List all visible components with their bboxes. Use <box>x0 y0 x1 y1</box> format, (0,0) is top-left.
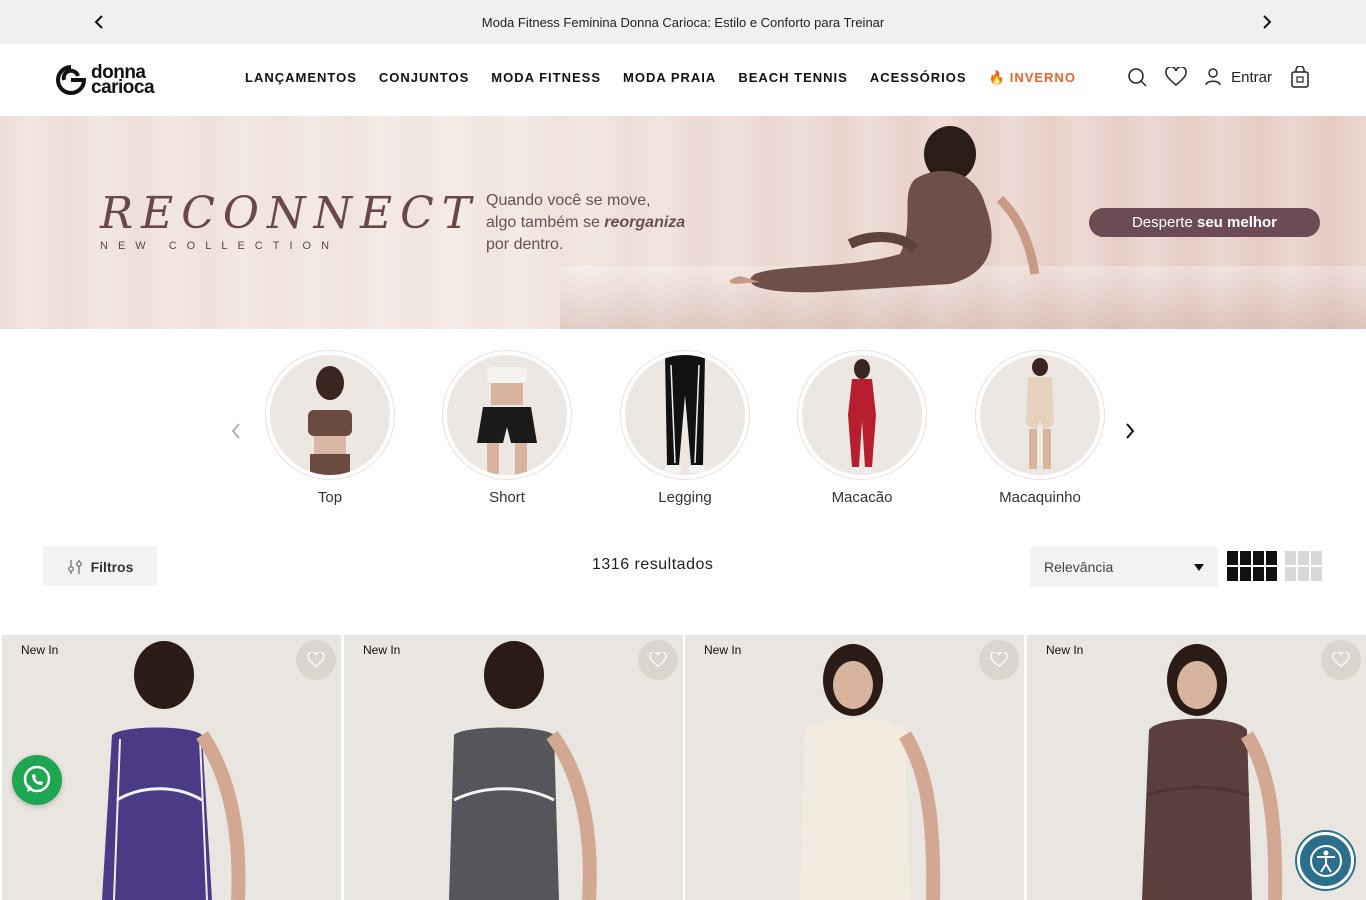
announcement-prev-button[interactable] <box>89 12 109 32</box>
category-item-legging[interactable]: Legging <box>615 350 755 506</box>
fire-icon: 🔥 <box>988 70 1006 85</box>
tagline-line-2: algo também se reorganiza <box>486 212 685 234</box>
heart-icon <box>649 652 667 668</box>
banner-cta-emphasis: seu melhor <box>1197 214 1278 231</box>
heart-icon <box>1332 652 1350 668</box>
whatsapp-icon <box>23 765 51 793</box>
category-image <box>620 350 750 480</box>
category-next-button[interactable] <box>1120 420 1140 442</box>
tagline-line-3: por dentro. <box>486 236 564 253</box>
banner-headline: RECONNECT <box>100 188 480 239</box>
nav-item-moda-fitness[interactable]: MODA FITNESS <box>491 70 601 86</box>
nav-item-beach-tennis[interactable]: BEACH TENNIS <box>738 70 848 86</box>
category-label: Macaquinho <box>999 489 1081 506</box>
brand-line-2: carioca <box>91 77 155 98</box>
grid-3-columns-toggle[interactable] <box>1285 551 1322 581</box>
announcement-next-button[interactable] <box>1257 12 1277 32</box>
chevron-right-icon <box>1126 423 1135 439</box>
product-image <box>800 644 941 900</box>
filters-label: Filtros <box>90 558 134 575</box>
nav-item-conjuntos[interactable]: CONJUNTOS <box>379 70 469 86</box>
search-icon[interactable] <box>1127 67 1147 87</box>
category-item-short[interactable]: Short <box>437 350 577 506</box>
filter-sliders-icon <box>67 559 82 574</box>
product-tag: New In <box>21 643 59 657</box>
wishlist-button[interactable] <box>296 640 336 680</box>
category-label: Legging <box>658 489 712 506</box>
banner-tagline: Quando você se move, algo também se reor… <box>486 190 685 256</box>
banner-cta-prefix: Desperte <box>1131 214 1193 231</box>
chevron-left-icon <box>231 423 240 439</box>
category-image <box>442 350 572 480</box>
category-image <box>265 350 395 480</box>
whatsapp-button[interactable] <box>12 755 62 805</box>
nav-item-inverno-label: INVERNO <box>1009 70 1076 85</box>
nav-item-acessorios[interactable]: ACESSÓRIOS <box>870 70 967 86</box>
category-photo-top <box>308 366 352 475</box>
accessibility-icon <box>1309 844 1342 877</box>
banner-model-image <box>729 126 1040 293</box>
category-photo-macaquinho <box>1026 358 1054 469</box>
hero-banner[interactable]: RECONNECT NEW COLLECTION Quando você se … <box>0 116 1366 329</box>
main-nav: LANÇAMENTOS CONJUNTOS MODA FITNESS MODA … <box>245 70 1076 86</box>
header-tools: Entrar <box>1127 66 1310 88</box>
product-image <box>449 641 597 900</box>
category-photo-short <box>477 367 537 475</box>
brand-logo[interactable]: donna carioca <box>55 63 155 98</box>
category-photo-legging <box>665 355 705 473</box>
announcement-bar: Moda Fitness Feminina Donna Carioca: Est… <box>0 0 1366 44</box>
tagline-emphasis: reorganiza <box>604 214 686 231</box>
chevron-left-icon <box>94 15 103 29</box>
category-photo-macacao <box>848 359 876 473</box>
category-label: Short <box>489 489 525 506</box>
wishlist-button[interactable] <box>1321 640 1361 680</box>
heart-icon <box>307 652 325 668</box>
brand-name: donna carioca <box>91 63 155 98</box>
grid-4-columns-toggle[interactable] <box>1227 551 1277 581</box>
brand-mark-icon <box>56 65 87 95</box>
product-tag: New In <box>704 643 742 657</box>
category-image <box>797 350 927 480</box>
product-tag: New In <box>363 643 401 657</box>
product-card[interactable]: New In <box>344 635 683 900</box>
category-item-macacao[interactable]: Macacão <box>792 350 932 506</box>
category-item-top[interactable]: Top <box>260 350 400 506</box>
sort-selected-value: Relevância <box>1044 559 1114 575</box>
heart-icon[interactable] <box>1165 67 1187 87</box>
accessibility-button[interactable] <box>1297 832 1354 889</box>
category-label: Macacão <box>831 489 893 506</box>
category-carousel: Top Short Legging Macacão Macaquinho <box>0 350 1366 510</box>
wishlist-button[interactable] <box>638 640 678 680</box>
banner-subline: NEW COLLECTION <box>100 240 340 252</box>
heart-icon <box>990 652 1008 668</box>
caret-down-icon <box>1194 563 1204 571</box>
category-prev-button[interactable] <box>226 420 246 442</box>
user-icon <box>1205 68 1221 86</box>
wishlist-button[interactable] <box>979 640 1019 680</box>
filters-button[interactable]: Filtros <box>43 547 157 586</box>
login-link[interactable]: Entrar <box>1205 68 1272 86</box>
login-label: Entrar <box>1231 68 1272 86</box>
results-count: 1316 resultados <box>592 556 714 573</box>
tagline-line-2-prefix: algo também se <box>486 214 605 231</box>
site-header: donna carioca LANÇAMENTOS CONJUNTOS MODA… <box>0 44 1366 116</box>
tagline-line-1: Quando você se move, <box>486 192 651 209</box>
category-image <box>975 350 1105 480</box>
shopping-bag-icon[interactable] <box>1290 66 1310 88</box>
nav-item-inverno[interactable]: 🔥 INVERNO <box>989 70 1076 86</box>
sort-select[interactable]: Relevância <box>1030 547 1218 587</box>
announcement-text: Moda Fitness Feminina Donna Carioca: Est… <box>481 14 885 30</box>
product-tag: New In <box>1046 643 1084 657</box>
chevron-right-icon <box>1263 15 1272 29</box>
category-item-macaquinho[interactable]: Macaquinho <box>970 350 1110 506</box>
nav-item-moda-praia[interactable]: MODA PRAIA <box>623 70 716 86</box>
product-card[interactable]: New In <box>685 635 1024 900</box>
banner-cta-button[interactable]: Desperte seu melhor <box>1089 208 1320 237</box>
category-label: Top <box>317 489 343 506</box>
nav-item-lancamentos[interactable]: LANÇAMENTOS <box>245 70 357 86</box>
